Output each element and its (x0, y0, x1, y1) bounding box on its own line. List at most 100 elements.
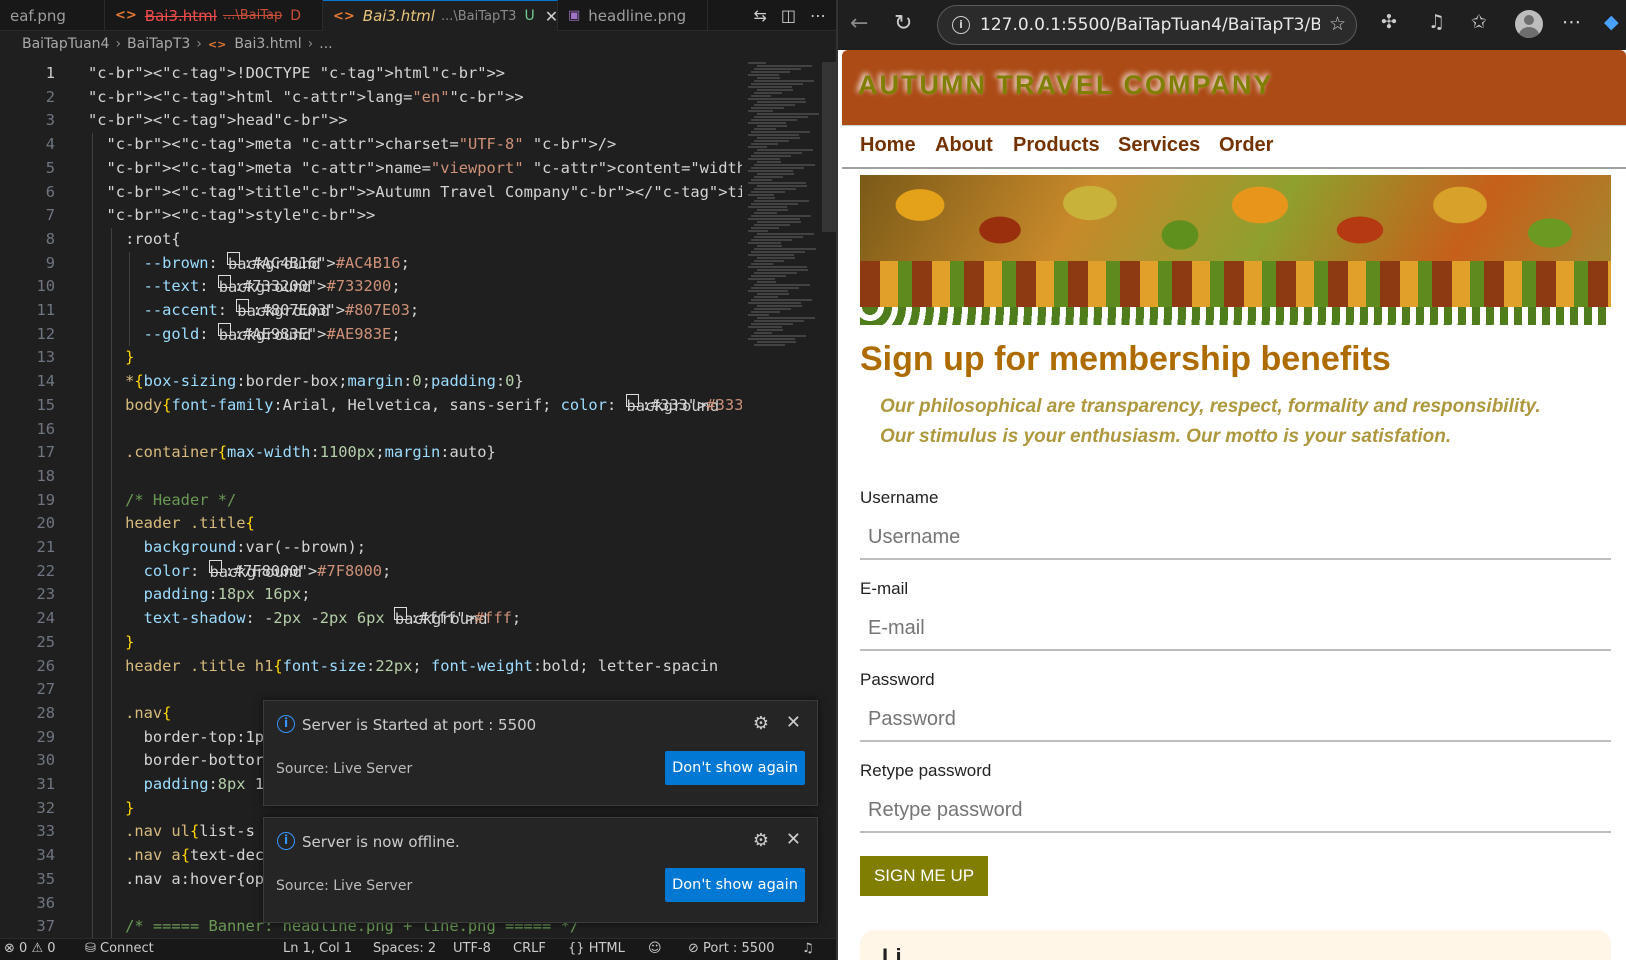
code-line[interactable]: 6 "c-br"><"c-tag">title"c-br">>Autumn Tra… (0, 181, 742, 205)
back-icon[interactable]: ← (850, 11, 868, 36)
tab-headline-png[interactable]: ▣ headline.png (558, 0, 708, 31)
code-line[interactable]: 2 "c-br"><"c-tag">html "c-attr">lang="en"… (0, 86, 742, 110)
line-number: 23 (36, 585, 55, 604)
notification-server-offline: i Server is now offline. ⚙ ✕ Source: Liv… (263, 817, 818, 923)
line-number: 37 (36, 917, 55, 936)
line-number: 15 (36, 395, 55, 414)
nav-home[interactable]: Home (860, 134, 916, 157)
minimap-line (754, 236, 803, 238)
tab-label: eaf.png (10, 6, 66, 25)
live-server-port[interactable]: ⊘ Port : 5500 (688, 941, 775, 956)
code-line[interactable]: 1 "c-br"><"c-tag">!DOCTYPE "c-tag">html"c… (0, 62, 742, 86)
tab-leaf-png[interactable]: eaf.png (0, 0, 105, 31)
email-input[interactable] (860, 607, 1611, 651)
html-file-icon: <> (115, 8, 137, 23)
profile-avatar[interactable] (1515, 10, 1543, 38)
line-number: 22 (36, 561, 55, 580)
signup-heading: Sign up for membership benefits (860, 340, 1391, 378)
favorite-star-icon[interactable]: ☆ (1329, 13, 1346, 35)
cursor-position[interactable]: Ln 1, Col 1 (283, 941, 352, 956)
nav-about[interactable]: About (935, 134, 993, 157)
code-text: --gold: background:#AE983E">#AE983E; (143, 322, 401, 344)
line-number: 4 (45, 135, 55, 154)
site-info-icon[interactable]: i (952, 16, 970, 34)
editor-scrollbar[interactable] (822, 62, 836, 232)
indentation[interactable]: Spaces: 2 (373, 941, 436, 956)
code-line[interactable]: 3 "c-br"><"c-tag">head"c-br">> (0, 109, 742, 133)
minimap-line (751, 83, 803, 85)
copilot-icon[interactable]: ◆ (1604, 11, 1619, 33)
line-number: 32 (36, 798, 55, 817)
language-label: HTML (588, 941, 625, 956)
code-editor[interactable]: 1 "c-br"><"c-tag">!DOCTYPE "c-tag">html"c… (0, 62, 742, 938)
minimap-line (748, 182, 806, 184)
gear-icon[interactable]: ⚙ (753, 713, 769, 734)
breadcrumb-item[interactable]: Bai3.html (234, 36, 301, 52)
line-number: 31 (36, 775, 55, 793)
connect-status[interactable]: ⛁ Connect (85, 941, 154, 956)
minimap-line (751, 95, 771, 97)
notifications-bell-icon[interactable]: ♫ (802, 941, 814, 956)
reload-icon[interactable]: ↻ (894, 11, 912, 36)
breadcrumb-item[interactable]: ... (319, 36, 332, 52)
problems-indicator[interactable]: ⊗ 0 ⚠ 0 (4, 941, 56, 956)
language-mode[interactable]: {} HTML (568, 941, 625, 956)
minimap-line (757, 197, 775, 199)
code-line[interactable]: 5 "c-br"><"c-tag">meta "c-attr">name="vie… (0, 157, 742, 181)
minimap-line (751, 131, 810, 133)
password-input[interactable] (860, 698, 1611, 742)
minimap-line (754, 284, 810, 286)
minimap-line (751, 263, 773, 265)
more-menu-icon[interactable]: ⋯ (1562, 11, 1581, 33)
minimap[interactable] (748, 62, 819, 362)
code-line[interactable]: 7 "c-br"><"c-tag">style"c-br">> (0, 204, 742, 228)
line-number: 10 (36, 277, 55, 296)
minimap-line (757, 77, 780, 79)
breadcrumb-item[interactable]: BaiTapT3 (127, 36, 190, 52)
split-editor-icon[interactable]: ◫ (781, 6, 796, 25)
media-control-icon[interactable]: ♫ (1428, 11, 1445, 33)
end-of-line[interactable]: CRLF (513, 941, 546, 956)
extensions-icon[interactable]: ✣ (1381, 11, 1397, 33)
nav-products[interactable]: Products (1013, 134, 1100, 157)
minimap-line (751, 227, 779, 229)
line-number: 30 (36, 751, 55, 770)
nav-services[interactable]: Services (1118, 134, 1200, 157)
retype-password-input[interactable] (860, 789, 1611, 833)
minimap-line (757, 305, 802, 307)
copilot-icon[interactable]: ☺ (648, 941, 662, 956)
error-count: 0 (19, 941, 28, 956)
username-input[interactable] (860, 516, 1611, 560)
main-nav: Home About Products Services Order (842, 125, 1626, 169)
chevron-right-icon: › (307, 36, 314, 52)
sign-me-up-button[interactable]: SIGN ME UP (860, 856, 988, 896)
dont-show-again-button[interactable]: Don't show again (665, 868, 805, 902)
minimap-line (751, 215, 811, 217)
address-bar[interactable]: i 127.0.0.1:5500/BaiTapTuan4/BaiTapT3/Ba… (937, 5, 1357, 45)
line-number: 11 (36, 301, 55, 319)
info-icon: i (277, 832, 295, 850)
tab-bai3-deleted[interactable]: <> Bai3.html ...\BaiTap D (105, 0, 323, 31)
code-text: body{font-family:Arial, Helvetica, sans-… (125, 393, 742, 415)
favorites-icon[interactable]: ✩ (1471, 11, 1487, 33)
encoding[interactable]: UTF-8 (453, 941, 491, 956)
breadcrumb-item[interactable]: BaiTapTuan4 (22, 36, 109, 52)
code-text: "c-br"><"c-tag">meta "c-attr">name="view… (106, 158, 742, 177)
indent-guide (129, 251, 131, 347)
indent-guide (110, 227, 112, 938)
minimap-line (754, 200, 809, 202)
compare-icon[interactable]: ⇆ (753, 6, 766, 25)
more-actions-icon[interactable]: ⋯ (810, 6, 826, 25)
close-icon[interactable]: ✕ (786, 712, 801, 733)
gear-icon[interactable]: ⚙ (753, 830, 769, 851)
close-icon[interactable]: ✕ (786, 829, 801, 850)
nav-order[interactable]: Order (1219, 134, 1273, 157)
dont-show-again-button[interactable]: Don't show again (665, 751, 805, 785)
code-text: border-top:1p (143, 727, 265, 746)
chevron-right-icon: › (196, 36, 202, 52)
minimap-line (748, 62, 766, 64)
code-line[interactable]: 4 "c-br"><"c-tag">meta "c-attr">charset="… (0, 133, 742, 157)
minimap-line (748, 254, 794, 256)
tab-bai3-active[interactable]: <> Bai3.html ...\BaiTapT3 U ✕ (323, 0, 558, 31)
close-icon[interactable]: ✕ (545, 7, 557, 26)
